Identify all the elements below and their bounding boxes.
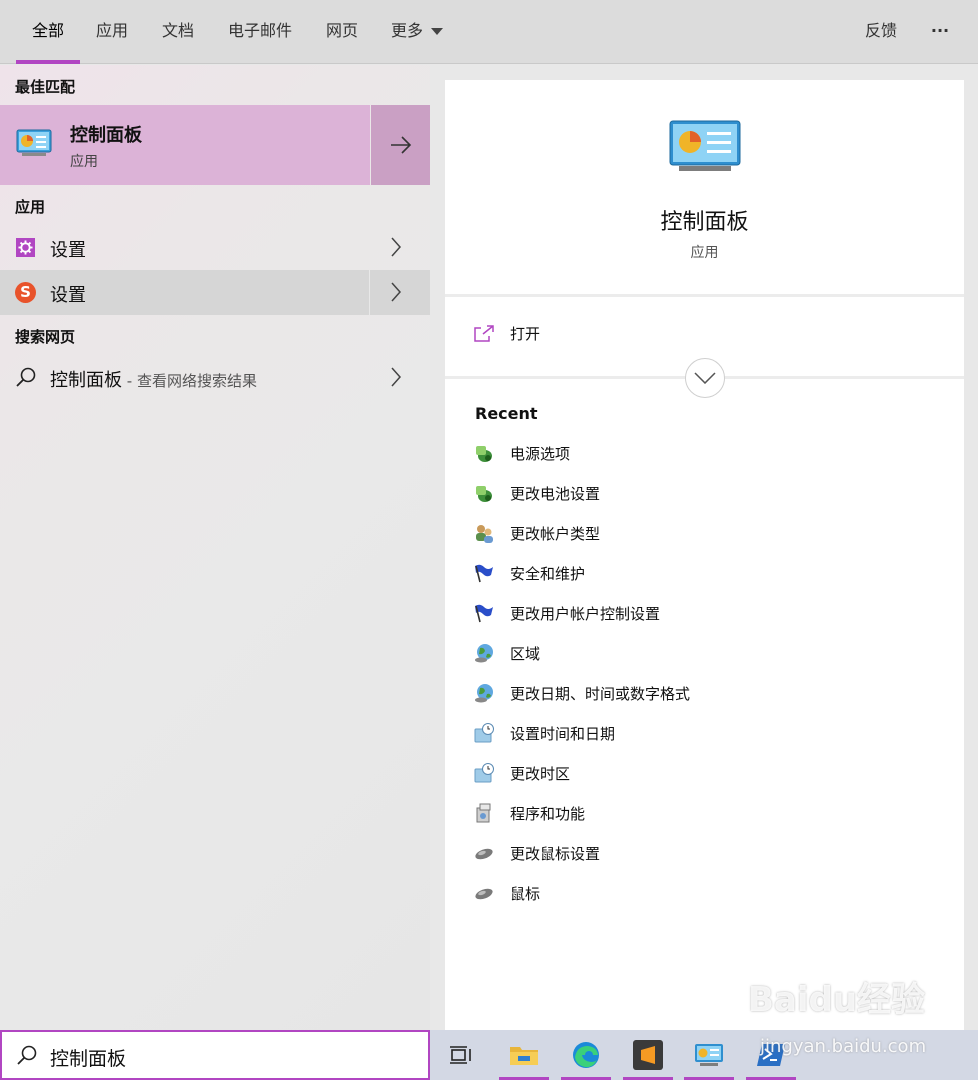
power-options-icon — [473, 442, 495, 464]
recent-item-label: 更改帐户类型 — [510, 524, 601, 543]
globe-icon — [473, 642, 495, 664]
date-time-icon — [473, 762, 495, 784]
sublime-icon[interactable] — [623, 1030, 673, 1080]
watermark-url: jingyan.baidu.com — [760, 1036, 927, 1057]
app-result-label: 设置 — [50, 240, 86, 261]
row-divider — [369, 270, 370, 315]
date-time-icon — [473, 722, 495, 744]
web-search-text: 控制面板 - 查看网络搜索结果 — [50, 366, 257, 392]
open-label: 打开 — [510, 325, 541, 343]
recent-item[interactable]: 更改时区 — [473, 761, 570, 785]
recent-item-label: 区域 — [510, 644, 541, 663]
recent-item[interactable]: 更改鼠标设置 — [473, 841, 600, 865]
tab-web[interactable]: 网页 — [318, 0, 366, 64]
recent-item[interactable]: 安全和维护 — [473, 561, 585, 585]
programs-icon — [473, 802, 495, 824]
recent-item[interactable]: 更改帐户类型 — [473, 521, 600, 545]
watermark-logo: Baidu经验 — [748, 980, 926, 1020]
recent-heading: Recent — [475, 404, 538, 423]
task-view-icon[interactable] — [436, 1030, 486, 1080]
recent-item[interactable]: 设置时间和日期 — [473, 721, 615, 745]
control-panel-icon — [16, 129, 52, 161]
preview-title: 控制面板 — [660, 210, 749, 235]
app-result-settings[interactable]: 设置 — [0, 225, 430, 270]
recent-item-label: 更改用户帐户控制设置 — [510, 604, 661, 623]
more-options-button[interactable]: ··· — [920, 0, 960, 64]
search-icon — [16, 1045, 38, 1071]
mouse-icon — [473, 842, 495, 864]
mouse-icon — [473, 882, 495, 904]
caret-down-icon — [431, 28, 443, 35]
app-result-label: 设置 — [50, 285, 86, 306]
recent-item-label: 程序和功能 — [510, 804, 586, 823]
tab-more[interactable]: 更多 — [384, 0, 450, 64]
edge-icon[interactable] — [561, 1030, 611, 1080]
recent-item[interactable]: 程序和功能 — [473, 801, 585, 825]
sublime-badge — [633, 1040, 663, 1070]
recent-item-label: 更改日期、时间或数字格式 — [510, 684, 691, 703]
sogou-icon: S — [15, 282, 36, 303]
app-result-sogou-settings[interactable]: S 设置 — [0, 270, 430, 315]
open-icon — [474, 324, 494, 342]
tab-all[interactable]: 全部 — [16, 0, 80, 64]
recent-item-label: 更改电池设置 — [510, 484, 601, 503]
recent-item[interactable]: 鼠标 — [473, 881, 540, 905]
chevron-right-icon[interactable] — [390, 367, 402, 391]
recent-item[interactable]: 更改电池设置 — [473, 481, 600, 505]
recent-item[interactable]: 更改用户帐户控制设置 — [473, 601, 660, 625]
feedback-button[interactable]: 反馈 — [856, 0, 906, 64]
chevron-right-icon[interactable] — [390, 237, 402, 261]
tab-more-label: 更多 — [390, 21, 423, 40]
search-icon — [15, 367, 37, 393]
web-search-query: 控制面板 — [50, 370, 122, 391]
search-input[interactable]: 控制面板 — [50, 1044, 126, 1071]
chevron-right-icon[interactable] — [390, 282, 402, 306]
user-accounts-icon — [473, 522, 495, 544]
best-match-open-arrow[interactable] — [371, 105, 430, 185]
taskbar-search-box[interactable]: 控制面板 — [0, 1030, 430, 1080]
best-match-title: 控制面板 — [70, 125, 142, 146]
recent-item-label: 更改鼠标设置 — [510, 844, 601, 863]
recent-item-label: 电源选项 — [510, 444, 571, 463]
recent-item-label: 更改时区 — [510, 764, 571, 783]
best-match-item[interactable]: 控制面板 应用 — [0, 105, 370, 185]
recent-item[interactable]: 更改日期、时间或数字格式 — [473, 681, 690, 705]
apps-heading: 应用 — [15, 198, 46, 216]
tab-email[interactable]: 电子邮件 — [220, 0, 300, 64]
file-explorer-icon[interactable] — [499, 1030, 549, 1080]
control-panel-icon — [669, 120, 741, 176]
gear-icon — [16, 238, 35, 257]
open-action[interactable]: 打开 — [473, 323, 540, 344]
globe-icon — [473, 682, 495, 704]
results-panel: 最佳匹配 控制面板 应用 应用 设置 S 设置 搜索网页 控制面板 - 查看网络… — [0, 65, 430, 1030]
recent-item[interactable]: 区域 — [473, 641, 540, 665]
tab-documents[interactable]: 文档 — [154, 0, 202, 64]
security-flag-icon — [473, 562, 495, 584]
search-tab-bar: 全部 应用 文档 电子邮件 网页 更多 反馈 ··· — [0, 0, 978, 64]
preview-panel: 控制面板 应用 打开 Recent 电源选项 更改电池设置 更改帐户类型 安全和… — [445, 80, 964, 1030]
chevron-down-icon — [694, 372, 716, 384]
recent-item-label: 设置时间和日期 — [510, 724, 616, 743]
security-flag-icon — [473, 602, 495, 624]
control-panel-icon[interactable] — [684, 1030, 734, 1080]
web-search-heading: 搜索网页 — [15, 328, 76, 346]
arrow-right-icon — [390, 136, 411, 154]
tab-apps[interactable]: 应用 — [88, 0, 136, 64]
best-match-subtitle: 应用 — [70, 154, 98, 170]
recent-item[interactable]: 电源选项 — [473, 441, 570, 465]
power-options-icon — [473, 482, 495, 504]
web-search-result[interactable]: 控制面板 - 查看网络搜索结果 — [0, 355, 430, 400]
recent-item-label: 安全和维护 — [510, 564, 586, 583]
web-search-hint: - 查看网络搜索结果 — [122, 372, 257, 390]
recent-item-label: 鼠标 — [510, 884, 541, 903]
expand-button[interactable] — [685, 358, 725, 398]
preview-divider — [445, 294, 964, 297]
best-match-heading: 最佳匹配 — [15, 78, 76, 96]
preview-subtitle: 应用 — [690, 245, 719, 261]
